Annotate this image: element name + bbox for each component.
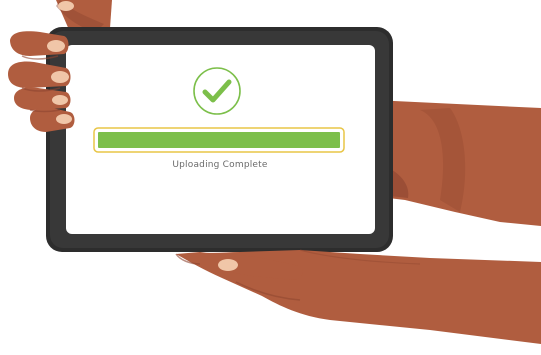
right-hand-lower	[175, 249, 541, 344]
right-hand-upper	[372, 100, 541, 226]
left-fingers	[8, 31, 75, 132]
progress-fill	[98, 132, 340, 148]
upload-status-text: Uploading Complete	[172, 160, 268, 170]
upload-progress-bar	[93, 127, 345, 153]
illustration	[8, 0, 541, 344]
